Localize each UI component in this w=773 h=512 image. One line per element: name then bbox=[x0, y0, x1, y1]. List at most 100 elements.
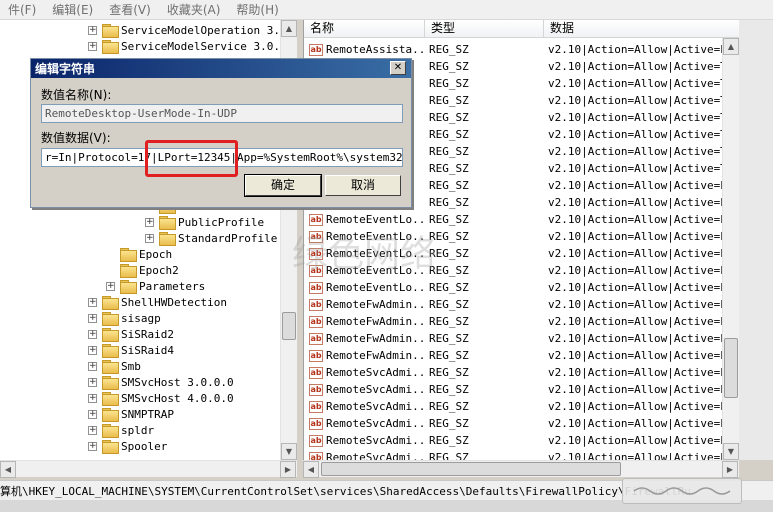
folder-icon bbox=[102, 344, 119, 358]
tree-item[interactable]: + Spooler bbox=[88, 438, 167, 454]
tree-item[interactable]: + ServiceModelService 3.0.0.0 bbox=[88, 38, 296, 54]
menu-item[interactable]: 帮助(H) bbox=[228, 1, 286, 18]
tree-item[interactable]: + ShellHWDetection bbox=[88, 294, 227, 310]
cell-name: RemoteSvcAdmi... bbox=[326, 417, 424, 430]
list-row[interactable]: ab RemoteSvcAdmi... REG_SZ v2.10|Action=All… bbox=[304, 398, 739, 415]
list-row[interactable]: ab RemoteSvcAdmi... REG_SZ v2.10|Action=All… bbox=[304, 364, 739, 381]
tree-item[interactable]: + spldr bbox=[88, 422, 154, 438]
tree-horizontal-scrollbar[interactable]: ◀ ▶ bbox=[0, 460, 297, 478]
scroll-up-arrow-icon[interactable]: ▲ bbox=[281, 20, 297, 37]
scroll-right-arrow-icon[interactable]: ▶ bbox=[722, 461, 738, 478]
list-horizontal-scrollbar[interactable]: ◀ ▶ bbox=[303, 460, 739, 478]
cell-data: v2.10|Action=Allow|Active=TRU bbox=[548, 145, 739, 158]
expand-plus-icon[interactable]: + bbox=[88, 441, 97, 451]
column-header-type[interactable]: 类型 bbox=[425, 20, 544, 38]
tree-item-label: PublicProfile bbox=[178, 215, 265, 229]
menu-item[interactable]: 收藏夹(A) bbox=[159, 1, 229, 18]
tree-item[interactable]: + SNMPTRAP bbox=[88, 406, 174, 422]
tree-item[interactable]: + StandardProfile bbox=[145, 230, 277, 246]
expand-plus-icon[interactable]: + bbox=[145, 233, 154, 243]
ok-button[interactable]: 确定 bbox=[244, 174, 322, 197]
list-hscroll-thumb[interactable] bbox=[321, 462, 621, 476]
tree-item[interactable]: + SMSvcHost 3.0.0.0 bbox=[88, 374, 234, 390]
expand-plus-icon[interactable]: + bbox=[88, 297, 97, 307]
tree-item[interactable]: + sisagp bbox=[88, 310, 161, 326]
list-row[interactable]: ab RemoteSvcAdmi... REG_SZ v2.10|Action=All… bbox=[304, 449, 739, 460]
expand-plus-icon[interactable]: + bbox=[88, 409, 97, 419]
tree-item[interactable]: Epoch2 bbox=[106, 262, 179, 278]
cell-data: v2.10|Action=Allow|Active=FAL bbox=[548, 434, 739, 447]
expand-plus-icon[interactable]: + bbox=[106, 281, 115, 291]
scroll-right-arrow-icon[interactable]: ▶ bbox=[280, 461, 296, 478]
cell-name: RemoteSvcAdmi... bbox=[326, 383, 424, 396]
tree-item[interactable]: + Parameters bbox=[106, 278, 205, 294]
cell-type: REG_SZ bbox=[429, 128, 469, 141]
menu-bar: 件(F) 编辑(E) 查看(V) 收藏夹(A) 帮助(H) bbox=[0, 0, 773, 20]
tree-item-label: SNMPTRAP bbox=[121, 407, 174, 421]
expand-plus-icon[interactable]: + bbox=[88, 329, 97, 339]
tree-item[interactable]: + SMSvcHost 4.0.0.0 bbox=[88, 390, 234, 406]
expand-plus-icon[interactable]: + bbox=[145, 217, 154, 227]
value-data-label: 数值数据(V): bbox=[41, 131, 111, 145]
column-header-name[interactable]: 名称 bbox=[304, 20, 425, 38]
list-row[interactable]: ab RemoteFwAdmin... REG_SZ v2.10|Action=All… bbox=[304, 313, 739, 330]
close-icon[interactable]: ✕ bbox=[390, 61, 406, 75]
cell-name: RemoteFwAdmin... bbox=[326, 315, 424, 328]
menu-item[interactable]: 件(F) bbox=[0, 1, 44, 18]
folder-icon bbox=[102, 40, 119, 54]
column-header-data[interactable]: 数据 bbox=[544, 20, 739, 38]
cell-type: REG_SZ bbox=[429, 94, 469, 107]
list-row[interactable]: ab RemoteEventLo... REG_SZ v2.10|Action=All… bbox=[304, 279, 739, 296]
tree-item-label: Spooler bbox=[121, 439, 168, 453]
list-row[interactable]: ab RemoteFwAdmin... REG_SZ v2.10|Action=All… bbox=[304, 347, 739, 364]
list-row[interactable]: ab RemoteSvcAdmi... REG_SZ v2.10|Action=All… bbox=[304, 381, 739, 398]
tree-item[interactable]: + PublicProfile bbox=[145, 214, 264, 230]
status-path: 算机\HKEY_LOCAL_MACHINE\SYSTEM\CurrentCont… bbox=[0, 484, 691, 498]
list-row[interactable]: ab RemoteSvcAdmi... REG_SZ v2.10|Action=All… bbox=[304, 432, 739, 449]
folder-icon bbox=[102, 424, 119, 438]
dialog-title-bar[interactable]: 编辑字符串 ✕ bbox=[31, 59, 411, 78]
list-row[interactable]: ab RemoteSvcAdmi... REG_SZ v2.10|Action=All… bbox=[304, 415, 739, 432]
list-row[interactable]: ab RemoteAssista... REG_SZ v2.10|Action=All… bbox=[304, 41, 739, 58]
tree-item-label: Smb bbox=[121, 359, 141, 373]
tree-item[interactable]: + SiSRaid2 bbox=[88, 326, 174, 342]
folder-icon bbox=[102, 24, 119, 38]
string-value-icon: ab bbox=[309, 213, 323, 226]
expand-plus-icon[interactable]: + bbox=[88, 313, 97, 323]
value-name-field[interactable]: RemoteDesktop-UserMode-In-UDP bbox=[41, 104, 403, 123]
menu-item[interactable]: 编辑(E) bbox=[44, 1, 101, 18]
scroll-up-arrow-icon[interactable]: ▲ bbox=[723, 38, 739, 55]
tree-item[interactable]: + SiSRaid4 bbox=[88, 342, 174, 358]
list-vertical-scrollbar[interactable]: ▲ ▼ bbox=[722, 38, 739, 460]
scroll-left-arrow-icon[interactable]: ◀ bbox=[303, 461, 319, 478]
scroll-down-arrow-icon[interactable]: ▼ bbox=[281, 443, 297, 460]
expand-plus-icon[interactable]: + bbox=[88, 361, 97, 371]
tree-item-label: SiSRaid4 bbox=[121, 343, 174, 357]
cell-data: v2.10|Action=Allow|Active=FAL bbox=[548, 400, 739, 413]
cell-data: v2.10|Action=Allow|Active=FAL bbox=[548, 196, 739, 209]
expand-plus-icon[interactable]: + bbox=[88, 377, 97, 387]
folder-icon bbox=[159, 216, 176, 230]
list-scroll-thumb[interactable] bbox=[724, 338, 738, 398]
tree-scroll-thumb[interactable] bbox=[282, 312, 296, 340]
tree-item[interactable]: + ServiceModelOperation 3.0.0 bbox=[88, 22, 296, 38]
expand-plus-icon[interactable]: + bbox=[88, 41, 97, 51]
scroll-down-arrow-icon[interactable]: ▼ bbox=[723, 443, 739, 460]
cancel-button[interactable]: 取消 bbox=[325, 175, 401, 196]
cell-name: RemoteSvcAdmi... bbox=[326, 400, 424, 413]
string-value-icon: ab bbox=[309, 417, 323, 430]
expand-plus-icon[interactable]: + bbox=[88, 425, 97, 435]
tree-item[interactable]: Epoch bbox=[106, 246, 172, 262]
expand-plus-icon[interactable]: + bbox=[88, 345, 97, 355]
cell-type: REG_SZ bbox=[429, 434, 469, 447]
menu-item[interactable]: 查看(V) bbox=[101, 1, 159, 18]
scroll-left-arrow-icon[interactable]: ◀ bbox=[0, 461, 16, 478]
expand-plus-icon[interactable]: + bbox=[88, 393, 97, 403]
list-row[interactable]: ab RemoteFwAdmin... REG_SZ v2.10|Action=All… bbox=[304, 296, 739, 313]
expand-plus-icon[interactable]: + bbox=[88, 25, 97, 35]
list-row[interactable]: ab RemoteFwAdmin... REG_SZ v2.10|Action=All… bbox=[304, 330, 739, 347]
string-value-icon: ab bbox=[309, 366, 323, 379]
cell-data: v2.10|Action=Allow|Active=TRU bbox=[548, 94, 739, 107]
tree-item[interactable]: + Smb bbox=[88, 358, 141, 374]
